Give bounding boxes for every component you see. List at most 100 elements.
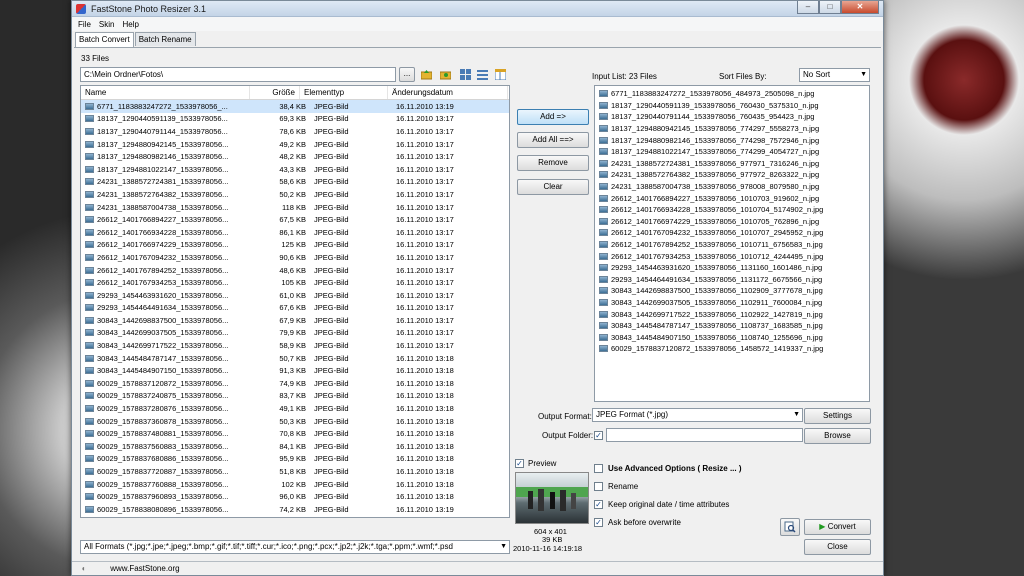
file-row[interactable]: 60029_1578837240875_1533978056... 83,7 KB…	[81, 390, 509, 403]
status-url[interactable]: www.FastStone.org	[110, 564, 179, 573]
details-view-icon[interactable]	[495, 69, 506, 80]
window-title: FastStone Photo Resizer 3.1	[91, 3, 207, 14]
remove-button[interactable]: Remove	[517, 155, 589, 171]
image-file-icon	[85, 430, 94, 438]
close-window-button[interactable]: ✕	[841, 1, 879, 14]
file-row[interactable]: 30843_1442699037505_1533978056... 79,9 KB…	[81, 327, 509, 340]
browse-folder-button[interactable]: ...	[399, 67, 415, 82]
folder-up-icon[interactable]	[421, 69, 432, 80]
minimize-button[interactable]: –	[797, 1, 819, 14]
thumbnail-view-icon[interactable]	[460, 69, 471, 80]
ask-overwrite-checkbox[interactable]: ✓	[594, 518, 603, 527]
browse-output-button[interactable]: Browse	[804, 428, 871, 444]
col-name[interactable]: Name	[81, 86, 250, 99]
file-row[interactable]: 26612_1401766974229_1533978056... 125 KB J…	[81, 239, 509, 252]
input-list-item[interactable]: 18137_1290440591139_1533978056_760430_53…	[595, 100, 869, 112]
input-list-item[interactable]: 30843_1445484787147_1533978056_1108737_1…	[595, 320, 869, 332]
input-list-item[interactable]: 30843_1445484907150_1533978056_1108740_1…	[595, 331, 869, 343]
settings-button[interactable]: Settings	[804, 408, 871, 424]
file-row[interactable]: 60029_1578837760888_1533978056... 102 KB J…	[81, 478, 509, 491]
input-list-item[interactable]: 30843_1442698837500_1533978056_1102909_3…	[595, 285, 869, 297]
file-row[interactable]: 24231_1388572724381_1533978056... 58,6 KB…	[81, 176, 509, 189]
keep-date-checkbox[interactable]: ✓	[594, 500, 603, 509]
preview-search-button[interactable]	[780, 518, 800, 536]
col-type[interactable]: Elementtyp	[300, 86, 388, 99]
file-row[interactable]: 30843_1445484907150_1533978056... 91,3 KB…	[81, 364, 509, 377]
file-row[interactable]: 6771_1183883247272_1533978056_... 38,4 KB…	[81, 100, 509, 113]
preview-checkbox[interactable]: ✓	[515, 459, 524, 468]
file-row[interactable]: 60029_1578838080896_1533978056... 74,2 KB…	[81, 503, 509, 516]
folder-favorites-icon[interactable]	[440, 69, 451, 80]
menu-file[interactable]: File	[78, 20, 91, 29]
file-row[interactable]: 26612_1401767094232_1533978056... 90,6 KB…	[81, 251, 509, 264]
output-folder-checkbox[interactable]: ✓	[594, 431, 603, 440]
file-row[interactable]: 26612_1401767934253_1533978056... 105 KB J…	[81, 276, 509, 289]
input-list-item[interactable]: 24231_1388572764382_1533978056_977972_82…	[595, 169, 869, 181]
sort-select[interactable]: No Sort ▼	[799, 68, 870, 82]
add-button[interactable]: Add =>	[517, 109, 589, 125]
file-row[interactable]: 60029_1578837360878_1533978056... 50,3 KB…	[81, 415, 509, 428]
input-list-item[interactable]: 26612_1401767894252_1533978056_1010711_6…	[595, 239, 869, 251]
output-folder-input[interactable]	[606, 428, 803, 442]
input-list-item[interactable]: 6771_1183883247272_1533978056_484973_250…	[595, 88, 869, 100]
file-row[interactable]: 18137_1290440591139_1533978056... 69,3 KB…	[81, 113, 509, 126]
input-list-item[interactable]: 24231_1388587004738_1533978056_978008_80…	[595, 181, 869, 193]
file-row[interactable]: 60029_1578837960893_1533978056... 96,0 KB…	[81, 490, 509, 503]
input-list-item[interactable]: 29293_1454464491634_1533978056_1131172_6…	[595, 274, 869, 286]
file-row[interactable]: 60029_1578837560883_1533978056... 84,1 KB…	[81, 440, 509, 453]
file-row[interactable]: 18137_1294880982146_1533978056... 48,2 KB…	[81, 150, 509, 163]
add-all-button[interactable]: Add All ==>	[517, 132, 589, 148]
advanced-options-checkbox[interactable]	[594, 464, 603, 473]
file-row[interactable]: 29293_1454463931620_1533978056... 61,0 KB…	[81, 289, 509, 302]
input-list-item[interactable]: 29293_1454463931620_1533978056_1131160_1…	[595, 262, 869, 274]
close-button[interactable]: Close	[804, 539, 871, 555]
file-row[interactable]: 30843_1442699717522_1533978056... 58,9 KB…	[81, 339, 509, 352]
format-filter-select[interactable]: All Formats (*.jpg;*.jpe;*.jpeg;*.bmp;*.…	[80, 540, 510, 554]
input-list-item[interactable]: 24231_1388572724381_1533978056_977971_73…	[595, 158, 869, 170]
file-row[interactable]: 24231_1388587004738_1533978056... 118 KB J…	[81, 201, 509, 214]
input-list-item[interactable]: 26612_1401766934228_1533978056_1010704_5…	[595, 204, 869, 216]
file-row[interactable]: 60029_1578837280876_1533978056... 49,1 KB…	[81, 402, 509, 415]
file-row[interactable]: 60029_1578837480881_1533978056... 70,8 KB…	[81, 427, 509, 440]
tab-batch-convert[interactable]: Batch Convert	[75, 32, 134, 47]
folder-path-input[interactable]: C:\Mein Ordner\Fotos\	[80, 67, 396, 82]
file-row[interactable]: 60029_1578837680886_1533978056... 95,9 KB…	[81, 453, 509, 466]
file-row[interactable]: 26612_1401766934228_1533978056... 86,1 KB…	[81, 226, 509, 239]
input-list-item[interactable]: 30843_1442699037505_1533978056_1102911_7…	[595, 297, 869, 309]
input-list-item[interactable]: 26612_1401766894227_1533978056_1010703_9…	[595, 192, 869, 204]
input-list-item[interactable]: 26612_1401767094232_1533978056_1010707_2…	[595, 227, 869, 239]
file-row[interactable]: 30843_1442698837500_1533978056... 67,9 KB…	[81, 314, 509, 327]
list-view-icon[interactable]	[477, 69, 488, 80]
tab-batch-rename[interactable]: Batch Rename	[134, 32, 196, 46]
rename-checkbox[interactable]	[594, 482, 603, 491]
convert-button[interactable]: ▶ Convert	[804, 519, 871, 535]
menu-skin[interactable]: Skin	[99, 20, 115, 29]
file-row[interactable]: 60029_1578837120872_1533978056... 74,9 KB…	[81, 377, 509, 390]
file-row[interactable]: 24231_1388572764382_1533978056... 50,2 KB…	[81, 188, 509, 201]
input-list-item[interactable]: 26612_1401767934253_1533978056_1010712_4…	[595, 250, 869, 262]
input-list-item[interactable]: 26612_1401766974229_1533978056_1010705_7…	[595, 216, 869, 228]
file-row[interactable]: 18137_1294880942145_1533978056... 49,2 KB…	[81, 138, 509, 151]
input-list-item[interactable]: 60029_1578837120872_1533978056_1458572_1…	[595, 343, 869, 355]
file-row[interactable]: 26612_1401766894227_1533978056... 67,5 KB…	[81, 213, 509, 226]
input-list[interactable]: 6771_1183883247272_1533978056_484973_250…	[594, 85, 870, 402]
input-list-item[interactable]: 18137_1294881022147_1533978056_774299_40…	[595, 146, 869, 158]
file-name: 60029_1578837760888_1533978056...	[97, 479, 229, 489]
output-format-select[interactable]: JPEG Format (*.jpg) ▼	[592, 408, 803, 422]
input-list-item[interactable]: 18137_1294880982146_1533978056_774298_75…	[595, 134, 869, 146]
input-list-item[interactable]: 30843_1442699717522_1533978056_1102922_1…	[595, 308, 869, 320]
file-row[interactable]: 18137_1290440791144_1533978056... 78,6 KB…	[81, 125, 509, 138]
col-size[interactable]: Größe	[250, 86, 300, 99]
file-row[interactable]: 29293_1454464491634_1533978056... 67,6 KB…	[81, 302, 509, 315]
file-row[interactable]: 18137_1294881022147_1533978056... 43,3 KB…	[81, 163, 509, 176]
menu-help[interactable]: Help	[122, 20, 138, 29]
maximize-button[interactable]: □	[819, 1, 841, 14]
file-row[interactable]: 26612_1401767894252_1533978056... 48,6 KB…	[81, 264, 509, 277]
input-list-item[interactable]: 18137_1294880942145_1533978056_774297_55…	[595, 123, 869, 135]
clear-button[interactable]: Clear	[517, 179, 589, 195]
file-row[interactable]: 60029_1578837720887_1533978056... 51,8 KB…	[81, 465, 509, 478]
col-date[interactable]: Änderungsdatum	[388, 86, 508, 99]
file-list[interactable]: Name Größe Elementtyp Änderungsdatum 677…	[80, 85, 510, 518]
input-list-item[interactable]: 18137_1290440791144_1533978056_760435_95…	[595, 111, 869, 123]
file-row[interactable]: 30843_1445484787147_1533978056... 50,7 KB…	[81, 352, 509, 365]
